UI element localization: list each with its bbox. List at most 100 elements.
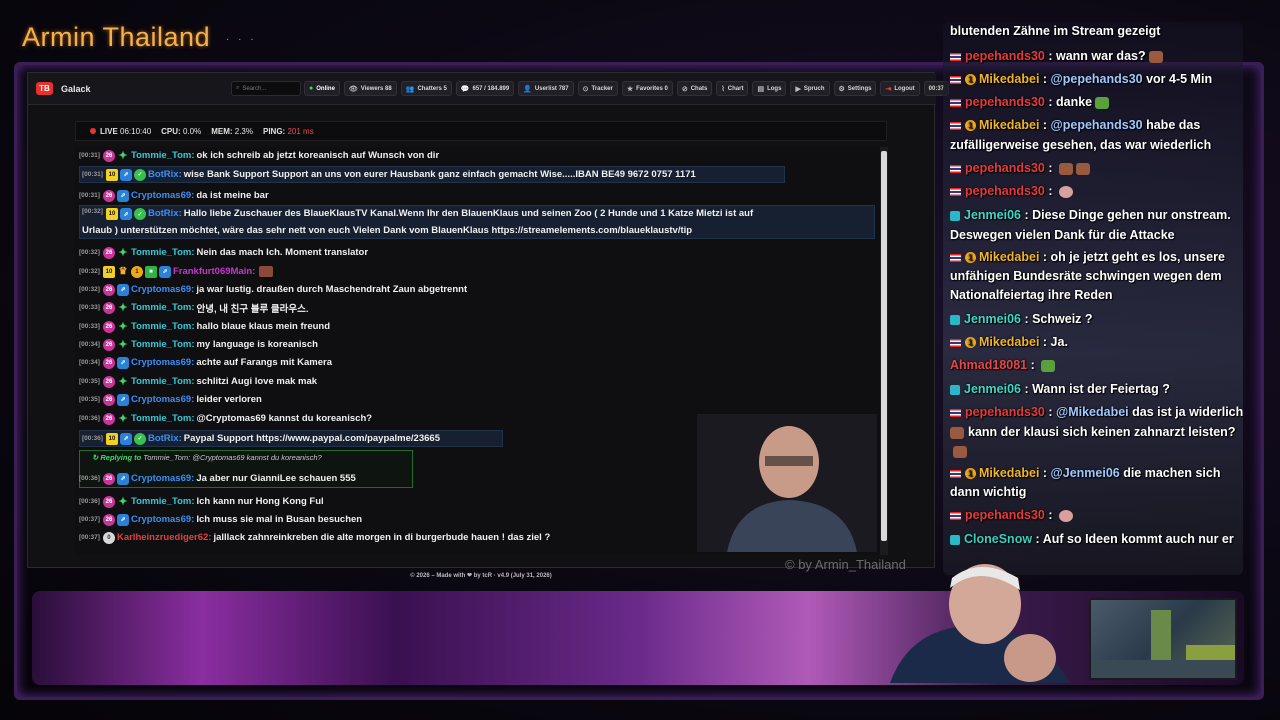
num-badge-icon: 10 [105, 208, 118, 220]
message-username[interactable]: BotRix: [148, 433, 182, 444]
message-username[interactable]: Tommie_Tom: [131, 247, 195, 258]
message-username[interactable]: Cryptomas69: [131, 284, 194, 295]
overlay-chat-line-continued: Deswegen vielen Dank für die Attacke [950, 228, 1175, 242]
overlay-chat-line: 1 Mikedabei : @Jenmei06 die machen sich [950, 466, 1220, 480]
chat-scrollbar[interactable] [880, 147, 888, 555]
overlay-chat-line: CloneSnow : Auf so Ideen kommt auch nur … [950, 532, 1234, 546]
emote-icon [950, 426, 964, 439]
chat-message[interactable]: [00:33] 26 ✦ Tommie_Tom: hallo blaue klaus m… [79, 318, 330, 335]
sub-badge-icon: 26 [102, 393, 115, 406]
message-username[interactable]: BotRix: [148, 208, 182, 219]
message-username[interactable]: Cryptomas69: [131, 357, 194, 368]
overlay-text: dann wichtig [950, 485, 1027, 499]
nav-logout-button[interactable]: ⇥ Logout [880, 81, 920, 96]
sub-badge-icon: 26 [102, 338, 115, 351]
message-text: jalllack zahnreinkreben die alte morgen … [213, 532, 551, 543]
overlay-chat-line: 1 Mikedabei : @pepehands30 vor 4-5 Min [950, 72, 1212, 86]
overlay-chat-line: 1 Mikedabei : oh je jetzt geht es los, un… [950, 250, 1225, 264]
mention: @Jenmei06 [1050, 466, 1120, 480]
sub-badge-icon: 26 [102, 320, 115, 333]
chat-message[interactable]: [00:35] 26 ✦ Tommie_Tom: schlitzi Augi love … [79, 373, 317, 390]
num-badge-icon: 10 [105, 168, 118, 181]
sub-badge-icon: 26 [102, 356, 115, 369]
overlay-text: Wann ist der Feiertag ? [1032, 382, 1170, 396]
chat-message[interactable]: [00:35] 26 ⇗ Cryptomas69: leider verloren [79, 391, 262, 408]
chat-message[interactable]: [00:36] 10 ⇗ ✓ BotRix: Paypal Support https:/… [79, 430, 503, 447]
app-name[interactable]: Galack [61, 84, 91, 94]
nav-logs-button[interactable]: ▤ Logs [752, 81, 787, 96]
sub-badge-icon: 26 [102, 412, 115, 425]
message-text: Nein das mach Ich. Moment translator [196, 247, 369, 258]
chat-message[interactable]: [00:34] 26 ⇗ Cryptomas69: achte auf Farangs … [79, 354, 332, 371]
nav-chatters-button[interactable]: 👥 Chatters 5 [400, 81, 452, 96]
chat-message[interactable]: [00:33] 26 ✦ Tommie_Tom: 안녕, 내 친구 블루 클라우스. [79, 299, 308, 316]
nav-chats-button[interactable]: ⊘ Chats [676, 81, 713, 96]
message-username[interactable]: Cryptomas69: [131, 473, 194, 484]
chat-message[interactable]: [00:36] 26 ✦ Tommie_Tom: @Cryptomas69 kannst… [79, 410, 372, 427]
message-username[interactable]: Cryptomas69: [131, 190, 194, 201]
scrollbar-thumb[interactable] [881, 151, 887, 541]
chat-message[interactable]: [00:31] 26 ⇗ Cryptomas69: da ist meine bar [79, 187, 269, 204]
message-username[interactable]: Frankfurt069Main: [173, 266, 255, 277]
nav-657-button[interactable]: 💬 657 / 184.899 [455, 81, 515, 96]
star-badge-icon: ✦ [118, 413, 128, 425]
emote-icon [1095, 96, 1110, 109]
message-username[interactable]: Tommie_Tom: [131, 376, 195, 387]
app-logo[interactable]: TB [36, 82, 53, 95]
num-badge-icon: 10 [105, 432, 118, 445]
separator: : [1020, 312, 1033, 326]
nav-favorites-button[interactable]: ★ Favorites 0 [621, 81, 673, 96]
flag-icon [950, 75, 961, 84]
message-username[interactable]: Tommie_Tom: [131, 496, 195, 507]
overlay-username: pepehands30 [965, 405, 1045, 419]
nav-settings-button[interactable]: ⚙ Settings [833, 81, 877, 96]
chat-message[interactable]: [00:32] 26 ⇗ Cryptomas69: ja war lustig. dra… [79, 281, 467, 298]
nav-viewers-button[interactable]: 👁 Viewers 88 [343, 81, 397, 96]
chat-message[interactable]: [00:31] 26 ✦ Tommie_Tom: ok ich schreib ab j… [79, 147, 439, 164]
message-username[interactable]: Cryptomas69: [131, 514, 194, 525]
nav-icon: 👁 [348, 85, 358, 93]
message-username[interactable]: Tommie_Tom: [131, 302, 195, 313]
star-badge-icon: ✦ [118, 496, 128, 508]
emote-icon [1076, 162, 1090, 175]
emote-icon [1148, 50, 1163, 63]
nav-userlist-button[interactable]: 👤 Userlist 787 [518, 81, 574, 96]
chat-message[interactable]: [00:37] 26 ⇗ Cryptomas69: Ich muss sie mal i… [79, 511, 362, 528]
chat-message[interactable]: [00:36] 26 ⇗ Cryptomas69: Ja aber nur Gianni… [79, 470, 356, 487]
message-text: my language is koreanisch [196, 339, 318, 350]
sub-badge-icon: 26 [102, 375, 115, 388]
nav-chart-button[interactable]: ⌇ Chart [716, 81, 749, 96]
overlay-chat-line: pepehands30 : wann war das? [950, 49, 1163, 63]
message-username[interactable]: BotRix: [148, 169, 182, 180]
nav-icon: ● [309, 85, 314, 92]
star-badge-icon: ✦ [118, 321, 128, 333]
nav-online-button[interactable]: ● Online [304, 81, 340, 96]
search-input[interactable]: ⌕ Search... [231, 81, 301, 96]
dashboard-footer: © 2026 – Made with ❤ by tcR · v4.9 (July… [410, 573, 552, 579]
message-username[interactable]: Tommie_Tom: [131, 150, 195, 161]
ver-badge-icon: ✓ [133, 432, 146, 445]
message-text: leider verloren [196, 394, 262, 405]
message-username[interactable]: Cryptomas69: [131, 394, 194, 405]
cpu-stat: CPU: 0.0% [161, 126, 202, 136]
message-username[interactable]: Tommie_Tom: [131, 339, 195, 350]
overlay-chat-line: Jenmei06 : Wann ist der Feiertag ? [950, 382, 1170, 396]
chat-message[interactable]: [00:34] 26 ✦ Tommie_Tom: my language is kore… [79, 336, 318, 353]
separator: : [1044, 49, 1056, 63]
message-username[interactable]: Tommie_Tom: [131, 413, 195, 424]
message-username[interactable]: Karlheinzruediger62: [117, 532, 212, 543]
nav-label: Spruch [803, 85, 825, 92]
nav-spruch-button[interactable]: ▶ Spruch [790, 81, 830, 96]
mem-stat: MEM: 2.3% [211, 126, 253, 136]
search-icon: ⌕ [236, 85, 240, 91]
chat-message[interactable]: [00:32] 10 ♛ 1 ■ ⇗ Frankfurt069Main: [79, 263, 274, 280]
overlay-username: CloneSnow [964, 532, 1033, 546]
chat-message[interactable]: [00:36] 26 ✦ Tommie_Tom: Ich kann nur Hong K… [79, 493, 324, 510]
chat-message[interactable]: [00:32] 26 ✦ Tommie_Tom: Nein das mach Ich. … [79, 244, 368, 261]
chat-message[interactable]: [00:37] 0 Karlheinzruediger62: jalllack zah… [79, 529, 550, 546]
nav-tracker-button[interactable]: ⊙ Tracker [577, 81, 618, 96]
chat-message[interactable]: [00:32] 10 ⇗ ✓ BotRix: Hallo liebe Zuschauer … [79, 205, 875, 239]
message-username[interactable]: Tommie_Tom: [131, 321, 195, 332]
message-text: ok ich schreib ab jetzt koreanisch auf W… [196, 150, 440, 161]
chat-message[interactable]: [00:31] 10 ⇗ ✓ BotRix: wise Bank Support Supp… [79, 166, 785, 183]
